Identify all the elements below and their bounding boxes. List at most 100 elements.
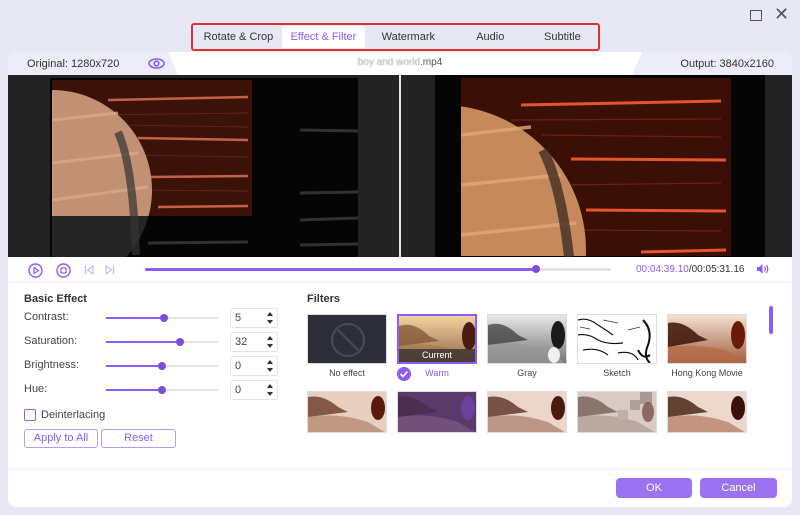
- progress-bar[interactable]: [145, 265, 611, 273]
- filter-sketch[interactable]: Sketch: [577, 314, 657, 380]
- saturation-decrement-icon[interactable]: [267, 344, 273, 348]
- filter-preview-image: [488, 392, 566, 432]
- filter-no-effect[interactable]: No effect: [307, 314, 387, 380]
- output-preview: [401, 75, 792, 257]
- gray-preview-image: [488, 315, 566, 363]
- previous-frame-icon[interactable]: [84, 265, 94, 275]
- tab-rotate-crop[interactable]: Rotate & Crop: [195, 26, 282, 48]
- filter-item[interactable]: [577, 391, 657, 449]
- apply-to-all-button[interactable]: Apply to All: [24, 429, 98, 448]
- saturation-slider-thumb[interactable]: [175, 338, 184, 346]
- brightness-decrement-icon[interactable]: [267, 368, 273, 372]
- filter-name: Hong Kong Movie: [671, 368, 743, 378]
- filter-item[interactable]: [487, 391, 567, 449]
- tab-subtitle[interactable]: Subtitle: [529, 26, 596, 48]
- stop-icon[interactable]: [56, 263, 71, 278]
- time-display: 00:04:39.10/00:05:31.16: [636, 264, 744, 275]
- filter-thumbnail: Current: [397, 314, 477, 364]
- filters-title: Filters: [307, 293, 341, 305]
- total-time: 00:05:31.16: [691, 264, 745, 275]
- filter-gray[interactable]: Gray: [487, 314, 567, 380]
- brightness-slider-fill: [106, 365, 162, 367]
- saturation-label: Saturation:: [24, 335, 78, 347]
- filter-thumbnail: [487, 391, 567, 433]
- tab-effect-filter[interactable]: Effect & Filter: [281, 26, 365, 48]
- contrast-increment-icon[interactable]: [267, 312, 273, 316]
- saturation-increment-icon[interactable]: [267, 336, 273, 340]
- tab-watermark[interactable]: Watermark: [365, 26, 452, 48]
- ok-button[interactable]: OK: [616, 478, 692, 498]
- tab-audio[interactable]: Audio: [452, 26, 529, 48]
- selected-check-icon: [397, 367, 411, 381]
- saturation-value[interactable]: 32: [235, 336, 247, 348]
- brightness-row: Brightness: 0: [24, 356, 284, 376]
- footer-divider: [8, 469, 792, 470]
- filter-name: No effect: [329, 368, 365, 378]
- contrast-row: Contrast: 5: [24, 308, 284, 328]
- brightness-increment-icon[interactable]: [267, 360, 273, 364]
- contrast-slider[interactable]: [106, 314, 218, 322]
- filter-name: Gray: [517, 368, 537, 378]
- brightness-slider[interactable]: [106, 362, 218, 370]
- contrast-value[interactable]: 5: [235, 312, 241, 324]
- hue-decrement-icon[interactable]: [267, 392, 273, 396]
- progress-thumb[interactable]: [532, 265, 541, 273]
- tab-bar: Rotate & Crop Effect & Filter Watermark …: [191, 23, 600, 51]
- filter-warm[interactable]: Current Warm: [397, 314, 477, 381]
- play-icon[interactable]: [28, 263, 43, 278]
- file-name-base: boy and world: [357, 57, 421, 68]
- filter-thumbnail: [487, 314, 567, 364]
- next-frame-icon[interactable]: [105, 265, 115, 275]
- hue-stepper[interactable]: 0: [230, 380, 278, 400]
- volume-icon[interactable]: [756, 263, 770, 275]
- brightness-stepper[interactable]: 0: [230, 356, 278, 376]
- playback-controls: 00:04:39.10/00:05:31.16: [8, 257, 792, 282]
- filter-thumbnail: [667, 314, 747, 364]
- filter-thumbnail: [307, 391, 387, 433]
- deinterlacing-label: Deinterlacing: [41, 409, 106, 421]
- filter-preview-image: [308, 392, 386, 432]
- filter-thumbnail: [667, 391, 747, 433]
- brightness-slider-thumb[interactable]: [158, 362, 166, 370]
- cancel-button[interactable]: Cancel: [700, 478, 777, 498]
- video-preview: [8, 75, 792, 257]
- hue-label: Hue:: [24, 383, 48, 395]
- file-name-ext: .mp4: [420, 57, 443, 68]
- filter-preview-image: [668, 392, 746, 432]
- saturation-row: Saturation: 32: [24, 332, 284, 352]
- hue-slider[interactable]: [106, 386, 218, 394]
- maximize-icon[interactable]: [750, 10, 762, 21]
- brightness-value[interactable]: 0: [235, 360, 241, 372]
- sketch-preview-image: [578, 318, 651, 363]
- filter-item[interactable]: [397, 391, 477, 449]
- contrast-decrement-icon[interactable]: [267, 320, 273, 324]
- filter-item[interactable]: [307, 391, 387, 449]
- deinterlacing-option[interactable]: Deinterlacing: [24, 408, 105, 422]
- contrast-stepper[interactable]: 5: [230, 308, 278, 328]
- hue-slider-thumb[interactable]: [158, 386, 166, 394]
- deinterlacing-checkbox[interactable]: [24, 409, 36, 421]
- info-bar: Original: 1280x720 boy and world.mp4 Out…: [8, 52, 792, 75]
- filter-item[interactable]: [667, 391, 747, 449]
- filter-thumbnail: [577, 391, 657, 433]
- saturation-stepper[interactable]: 32: [230, 332, 278, 352]
- progress-fill: [145, 268, 537, 271]
- hue-increment-icon[interactable]: [267, 384, 273, 388]
- filter-thumbnail: [397, 391, 477, 433]
- filters-scrollbar[interactable]: [769, 306, 773, 334]
- hue-value[interactable]: 0: [235, 384, 241, 396]
- brightness-label: Brightness:: [24, 359, 80, 371]
- contrast-slider-thumb[interactable]: [160, 314, 169, 322]
- filter-thumbnail: [307, 314, 387, 364]
- saturation-slider-fill: [106, 341, 180, 343]
- current-time: 00:04:39.10: [636, 264, 689, 275]
- reset-button[interactable]: Reset: [101, 429, 176, 448]
- no-effect-icon: [331, 323, 365, 357]
- saturation-slider[interactable]: [106, 338, 218, 346]
- filter-hong-kong-movie[interactable]: Hong Kong Movie: [667, 314, 747, 380]
- filter-name: [397, 437, 477, 449]
- original-preview: [8, 75, 399, 257]
- output-resolution: Output: 3840x2160: [680, 58, 774, 70]
- close-icon[interactable]: ✕: [774, 4, 789, 24]
- filter-name: [487, 437, 567, 449]
